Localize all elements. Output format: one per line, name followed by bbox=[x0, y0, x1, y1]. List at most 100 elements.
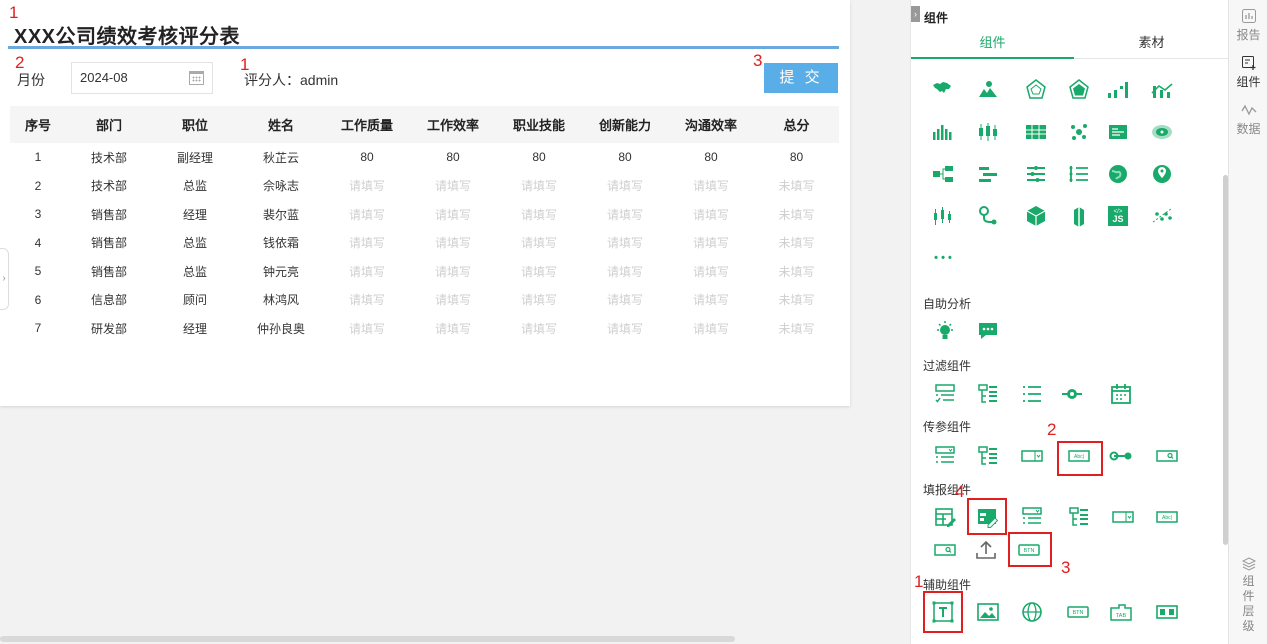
score-cell[interactable]: 80 bbox=[668, 143, 754, 172]
matrix-chart-icon[interactable] bbox=[1104, 118, 1132, 146]
button-icon[interactable]: BTN bbox=[1064, 598, 1092, 626]
location-map-icon[interactable] bbox=[1148, 160, 1176, 188]
score-cell[interactable]: 请填写 bbox=[324, 286, 410, 315]
fill-table-icon[interactable] bbox=[931, 503, 959, 531]
score-cell[interactable]: 请填写 bbox=[496, 229, 582, 258]
score-cell[interactable]: 请填写 bbox=[668, 229, 754, 258]
contour-map-icon[interactable] bbox=[1148, 118, 1176, 146]
score-cell[interactable]: 请填写 bbox=[496, 200, 582, 229]
checkbox-list-icon[interactable] bbox=[931, 380, 959, 408]
submit-button[interactable]: 提 交 bbox=[764, 63, 838, 93]
fill-list-icon[interactable] bbox=[1018, 503, 1046, 531]
date-filter-icon[interactable] bbox=[1107, 380, 1135, 408]
rail-layers[interactable]: 组件层级 bbox=[1229, 556, 1267, 634]
score-cell[interactable]: 请填写 bbox=[668, 314, 754, 343]
range-slider-icon[interactable] bbox=[1058, 380, 1086, 408]
horizontal-scrollbar[interactable] bbox=[0, 636, 735, 642]
web-page-icon[interactable] bbox=[1018, 598, 1046, 626]
more-icon[interactable]: • • • bbox=[929, 244, 957, 272]
scatter-icon[interactable] bbox=[1065, 118, 1093, 146]
score-cell[interactable]: 请填写 bbox=[324, 257, 410, 286]
score-cell[interactable]: 请填写 bbox=[582, 286, 668, 315]
score-cell[interactable]: 请填写 bbox=[410, 314, 496, 343]
score-cell[interactable]: 请填写 bbox=[582, 172, 668, 201]
pentagon-icon[interactable] bbox=[1065, 76, 1093, 104]
score-cell[interactable]: 请填写 bbox=[496, 172, 582, 201]
score-cell[interactable]: 请填写 bbox=[496, 286, 582, 315]
score-cell[interactable]: 请填写 bbox=[582, 229, 668, 258]
tree-filter-icon[interactable] bbox=[974, 380, 1002, 408]
score-cell[interactable]: 请填写 bbox=[410, 229, 496, 258]
upload-icon[interactable] bbox=[972, 536, 1000, 564]
score-cell[interactable]: 请填写 bbox=[410, 200, 496, 229]
score-cell[interactable]: 请填写 bbox=[410, 257, 496, 286]
column-chart-icon[interactable] bbox=[929, 118, 957, 146]
route-icon[interactable] bbox=[974, 202, 1002, 230]
tab-components[interactable]: 组件 bbox=[911, 33, 1074, 59]
layout-icon[interactable] bbox=[1153, 598, 1181, 626]
param-search-icon[interactable] bbox=[1153, 442, 1181, 470]
score-cell[interactable]: 请填写 bbox=[668, 172, 754, 201]
score-cell[interactable]: 80 bbox=[324, 143, 410, 172]
score-cell[interactable]: 请填写 bbox=[668, 200, 754, 229]
score-cell[interactable]: 请填写 bbox=[668, 257, 754, 286]
step-bar-icon[interactable] bbox=[1104, 76, 1132, 104]
rail-report[interactable]: 报告 bbox=[1229, 8, 1267, 43]
candlestick-icon[interactable] bbox=[929, 202, 957, 230]
param-dropdown-icon[interactable] bbox=[1018, 442, 1046, 470]
score-cell[interactable]: 请填写 bbox=[324, 200, 410, 229]
score-cell[interactable]: 80 bbox=[582, 143, 668, 172]
score-cell[interactable]: 80 bbox=[496, 143, 582, 172]
cube-icon[interactable] bbox=[1022, 202, 1050, 230]
insight-bulb-icon[interactable] bbox=[931, 317, 959, 345]
geo-map-icon[interactable] bbox=[974, 76, 1002, 104]
svg-text:TAB: TAB bbox=[1116, 613, 1127, 619]
score-cell[interactable]: 请填写 bbox=[324, 229, 410, 258]
param-range-icon[interactable] bbox=[1107, 442, 1135, 470]
sankey-icon[interactable] bbox=[1022, 160, 1050, 188]
bar3d-icon[interactable] bbox=[1065, 202, 1093, 230]
tab-icon[interactable]: TAB bbox=[1107, 598, 1135, 626]
image-icon[interactable] bbox=[974, 598, 1002, 626]
report-title[interactable]: XXX公司绩效考核评分表 bbox=[14, 20, 240, 49]
calendar-icon[interactable] bbox=[189, 71, 204, 85]
world-map-icon[interactable] bbox=[929, 76, 957, 104]
bar3d-icon-glyph bbox=[1074, 207, 1084, 227]
score-cell[interactable]: 请填写 bbox=[582, 200, 668, 229]
score-cell[interactable]: 请填写 bbox=[324, 314, 410, 343]
tab-materials[interactable]: 素材 bbox=[1074, 33, 1229, 59]
score-cell[interactable]: 请填写 bbox=[582, 257, 668, 286]
list-chart-icon[interactable] bbox=[1065, 160, 1093, 188]
fill-search-icon[interactable] bbox=[931, 536, 959, 564]
combo-chart-icon[interactable] bbox=[1148, 76, 1176, 104]
js-chart-icon[interactable]: JS </> bbox=[1104, 202, 1132, 230]
score-cell[interactable]: 请填写 bbox=[324, 172, 410, 201]
fill-dropdown-icon[interactable] bbox=[1109, 503, 1137, 531]
fill-text-input-icon[interactable]: Abc| bbox=[1153, 503, 1181, 531]
list-filter-icon[interactable] bbox=[1018, 380, 1046, 408]
boxplot-icon[interactable] bbox=[974, 118, 1002, 146]
score-cell[interactable]: 请填写 bbox=[496, 257, 582, 286]
globe-map-icon[interactable] bbox=[1104, 160, 1132, 188]
param-tree-icon[interactable] bbox=[974, 442, 1002, 470]
month-picker[interactable]: 2024-08 bbox=[71, 62, 213, 94]
rail-data[interactable]: 数据 bbox=[1229, 102, 1267, 137]
param-list-icon[interactable] bbox=[931, 442, 959, 470]
radar-icon[interactable] bbox=[1022, 76, 1050, 104]
gantt-icon[interactable] bbox=[974, 160, 1002, 188]
tree-chart-icon[interactable] bbox=[929, 160, 957, 188]
score-cell[interactable]: 请填写 bbox=[410, 286, 496, 315]
score-cell[interactable]: 请填写 bbox=[496, 314, 582, 343]
scatter-line-icon-glyph bbox=[1152, 208, 1172, 223]
scatter-line-icon[interactable] bbox=[1148, 202, 1176, 230]
panel-collapse-button[interactable]: › bbox=[911, 6, 920, 22]
chat-analysis-icon[interactable] bbox=[974, 317, 1002, 345]
heat-grid-icon[interactable] bbox=[1022, 118, 1050, 146]
fill-tree-icon[interactable] bbox=[1065, 503, 1093, 531]
score-cell[interactable]: 请填写 bbox=[582, 314, 668, 343]
score-cell[interactable]: 请填写 bbox=[668, 286, 754, 315]
rail-components[interactable]: 组件 bbox=[1229, 55, 1267, 90]
score-cell[interactable]: 请填写 bbox=[410, 172, 496, 201]
score-cell[interactable]: 80 bbox=[410, 143, 496, 172]
left-expand-handle[interactable]: › bbox=[0, 248, 9, 310]
